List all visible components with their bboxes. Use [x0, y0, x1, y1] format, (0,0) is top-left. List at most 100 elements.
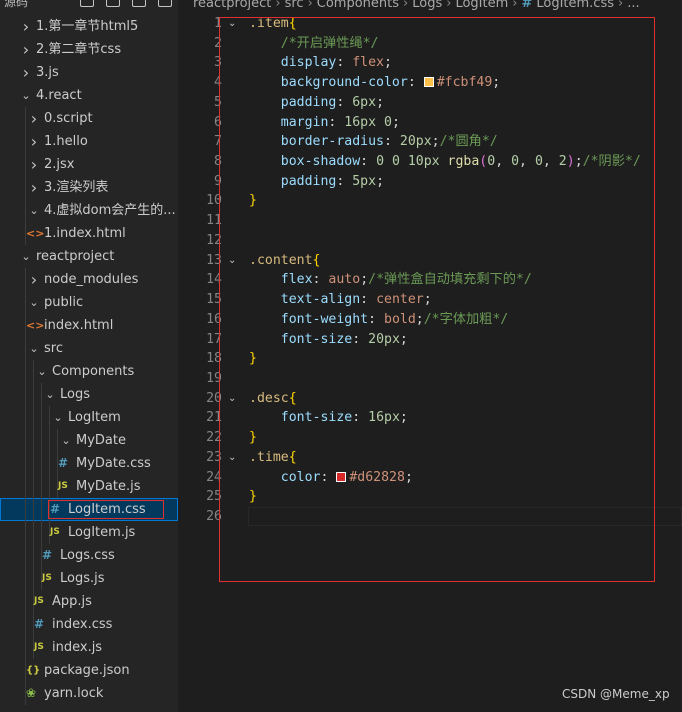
tree-item[interactable]: ⌄ LogItem [0, 406, 178, 429]
tree-item[interactable]: ⌄ 4.虚拟dom会产生的... [0, 199, 178, 222]
tree-item[interactable]: <> 1.index.html [0, 222, 178, 245]
new-file-icon[interactable] [80, 0, 94, 7]
line-number: 7 [214, 134, 222, 150]
tree-item[interactable]: ⌄ public [0, 291, 178, 314]
tree-item-label: MyDate.js [76, 479, 141, 494]
indent-guide [49, 429, 50, 452]
css-file-icon: # [58, 456, 69, 470]
chevron-right-icon[interactable]: › [28, 176, 40, 199]
chevron-right-icon[interactable]: › [20, 15, 32, 38]
tree-item[interactable]: › node_modules [0, 268, 178, 291]
breadcrumb-item[interactable]: Components [317, 0, 399, 11]
chevron-down-icon[interactable]: ⌄ [60, 429, 72, 452]
breadcrumb-item[interactable]: ... [627, 0, 639, 11]
chevron-down-icon[interactable]: ⌄ [44, 383, 56, 406]
line-number: 25 [206, 489, 222, 505]
tree-item[interactable]: {} package.json [0, 659, 178, 682]
tree-item[interactable]: › 1.第一章节html5 [0, 15, 178, 38]
chevron-down-icon[interactable]: ⌄ [20, 84, 32, 107]
chevron-right-icon: › [512, 0, 518, 11]
tree-item[interactable]: ⌄ src [0, 337, 178, 360]
indent-guide [25, 613, 26, 636]
file-tree: › 1.第一章节html5 › 2.第二章节css › 3.js ⌄ 4.react › 0.sc… [0, 15, 178, 705]
tree-item[interactable]: # Logs.css [0, 544, 178, 567]
css-file-icon: # [521, 0, 533, 11]
chevron-right-icon[interactable]: › [20, 61, 32, 84]
breadcrumb-item[interactable]: LogItem [455, 0, 508, 11]
indent-guide [25, 429, 26, 452]
tree-item[interactable]: JS App.js [0, 590, 178, 613]
tree-item[interactable]: ⌄ 4.react [0, 84, 178, 107]
tree-item[interactable]: ❀ yarn.lock [0, 682, 178, 705]
tree-item[interactable]: ⌄ Components [0, 360, 178, 383]
chevron-down-icon[interactable]: ⌄ [52, 406, 64, 429]
tree-item-label: MyDate.css [76, 456, 151, 471]
new-folder-icon[interactable] [106, 0, 120, 7]
chevron-right-icon[interactable]: › [20, 38, 32, 61]
tree-item-label: Logs [60, 387, 90, 402]
indent-guide [25, 360, 26, 383]
tree-item[interactable]: JS MyDate.js [0, 475, 178, 498]
tree-item[interactable]: ⌄ Logs [0, 383, 178, 406]
tree-item[interactable]: ⌄ MyDate [0, 429, 178, 452]
tree-item[interactable]: › 1.hello [0, 130, 178, 153]
collapse-all-icon[interactable] [158, 0, 172, 7]
chevron-down-icon[interactable]: ⌄ [28, 199, 40, 222]
refresh-icon[interactable] [132, 0, 146, 7]
tree-item[interactable]: JS index.js [0, 636, 178, 659]
breadcrumb-item[interactable]: LogItem.css [536, 0, 614, 11]
tree-item-label: src [44, 341, 63, 356]
chevron-right-icon[interactable]: › [28, 130, 40, 153]
tree-item[interactable]: <> index.html [0, 314, 178, 337]
tree-item[interactable]: JS Logs.js [0, 567, 178, 590]
line-number: 23 [206, 449, 222, 465]
chevron-down-icon[interactable]: ⌄ [28, 291, 40, 314]
line-number: 24 [206, 469, 222, 485]
indent-guide [49, 452, 50, 475]
chevron-right-icon[interactable]: › [28, 153, 40, 176]
chevron-right-icon[interactable]: › [28, 268, 40, 291]
line-number: 12 [206, 232, 222, 248]
breadcrumb-item[interactable]: reactproject [193, 0, 271, 11]
chevron-right-icon: › [307, 0, 313, 11]
line-number: 26 [206, 508, 222, 524]
tree-item-label: yarn.lock [44, 686, 104, 701]
tree-item-label: index.css [52, 617, 113, 632]
indent-guide [33, 544, 34, 567]
indent-guide [49, 406, 50, 429]
indent-guide [25, 199, 26, 222]
line-number: 10 [206, 193, 222, 209]
css-file-icon: # [42, 548, 53, 562]
line-number: 4 [214, 75, 222, 91]
tree-item-label: Logs.js [60, 571, 105, 586]
tree-item[interactable]: › 2.第二章节css [0, 38, 178, 61]
tree-item[interactable]: ⌄ reactproject [0, 245, 178, 268]
breadcrumb-item[interactable]: src [285, 0, 304, 11]
tree-item-label: reactproject [36, 249, 115, 264]
tree-item-label: 1.hello [44, 134, 88, 149]
indent-guide [25, 567, 26, 590]
tree-item-label: 4.react [36, 88, 82, 103]
chevron-down-icon[interactable]: ⌄ [28, 337, 40, 360]
chevron-down-icon[interactable]: ⌄ [36, 360, 48, 383]
tree-item-label: 3.js [36, 65, 59, 80]
tree-item-label: MyDate [76, 433, 126, 448]
indent-guide [25, 475, 26, 498]
tree-item[interactable]: # index.css [0, 613, 178, 636]
indent-guide [33, 383, 34, 406]
chevron-right-icon[interactable]: › [28, 107, 40, 130]
tree-item[interactable]: JS LogItem.js [0, 521, 178, 544]
chevron-down-icon[interactable]: ⌄ [20, 245, 32, 268]
tree-item[interactable]: › 2.jsx [0, 153, 178, 176]
tree-item-label: index.js [52, 640, 103, 655]
js-file-icon: JS [50, 527, 60, 537]
tree-item[interactable]: › 3.渲染列表 [0, 176, 178, 199]
line-number: 14 [206, 272, 222, 288]
tree-item-label: 1.第一章节html5 [36, 19, 139, 34]
line-number: 19 [206, 370, 222, 386]
tree-item[interactable]: # MyDate.css [0, 452, 178, 475]
indent-guide [25, 176, 26, 199]
tree-item[interactable]: › 3.js [0, 61, 178, 84]
tree-item[interactable]: › 0.script [0, 107, 178, 130]
breadcrumb-item[interactable]: Logs [412, 0, 442, 11]
